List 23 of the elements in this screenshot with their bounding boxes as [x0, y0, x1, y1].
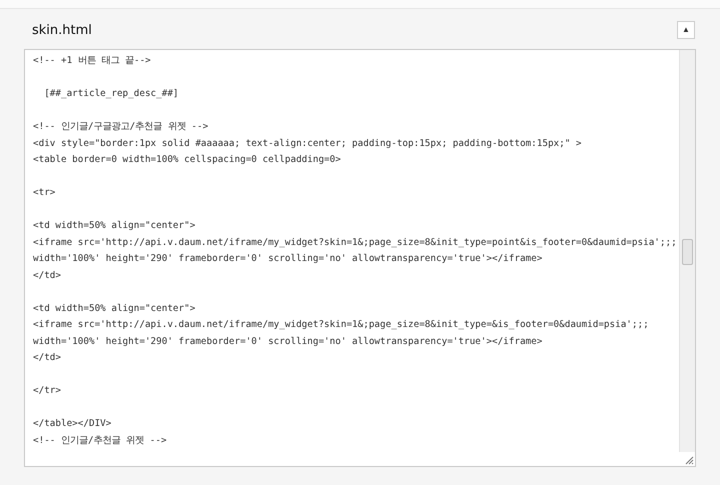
resize-grip-icon[interactable] [685, 456, 694, 465]
code-line: <table border=0 width=100% cellspacing=0 cellpadding=0> [33, 153, 342, 167]
code-line: <!-- +1 버튼 태그 끝--> [33, 54, 152, 68]
panel-title: skin.html [31, 22, 92, 38]
code-line: [##_article_rep_desc_##] [43, 87, 180, 101]
code-line: </table></DIV> [33, 417, 112, 431]
code-line: </tr> [33, 384, 62, 398]
code-line: <!-- 인기글/구글광고/추천글 위젯 --> [33, 120, 210, 134]
code-editor[interactable] [24, 49, 696, 467]
code-line: <iframe src='http://api.v.daum.net/iframe/my_widget?skin=1&;page_size=8&init_type=point&is_footer=0&daumid=psia';;; [33, 236, 675, 250]
code-line: <!-- 인기글/추천글 위젯 --> [33, 434, 168, 448]
code-line: <tr> [33, 186, 56, 200]
code-line: <td width=50% align="center"> [33, 219, 196, 233]
code-line: </td> [33, 351, 62, 365]
code-line: <td width=50% align="center"> [33, 302, 196, 316]
scrollbar-thumb[interactable] [682, 239, 693, 265]
code-line: width='100%' height='290' frameborder='0' scrolling='no' allowtransparency='true'></iframe> [33, 252, 544, 266]
code-line: </td> [33, 268, 62, 282]
code-line: width='100%' height='290' frameborder='0' scrolling='no' allowtransparency='true'></iframe> [33, 334, 544, 348]
scrollbar[interactable] [679, 50, 695, 452]
code-line: <div style="border:1px solid #aaaaaa; text-align:center; padding-top:15px; padding-bottom:15px;" > [33, 136, 583, 150]
collapse-button[interactable]: ▲ [677, 21, 695, 39]
code-line: <iframe src='http://api.v.daum.net/iframe/my_widget?skin=1&;page_size=8&init_type=&is_footer=0&daumid=psia';;; [33, 318, 650, 332]
